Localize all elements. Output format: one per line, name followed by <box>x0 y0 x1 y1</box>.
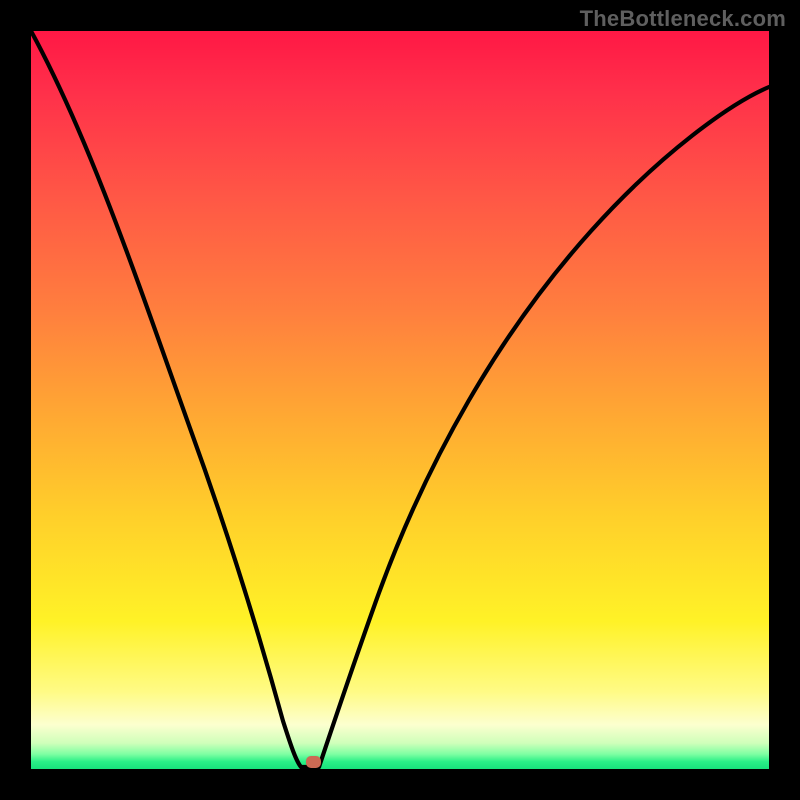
watermark-text: TheBottleneck.com <box>580 6 786 32</box>
chart-stage: TheBottleneck.com <box>0 0 800 800</box>
plot-area <box>31 31 769 769</box>
bottleneck-curve <box>31 31 769 769</box>
optimal-point-marker <box>306 756 321 768</box>
